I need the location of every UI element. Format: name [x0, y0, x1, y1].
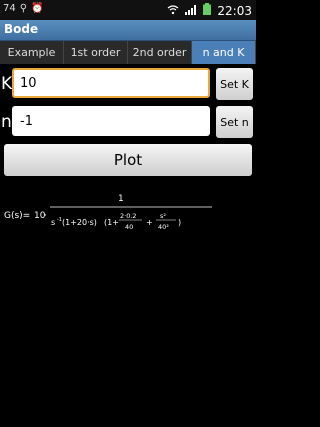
tab-example[interactable]: Example [0, 41, 64, 64]
k-row: K Set K [0, 68, 256, 102]
formula-frac1-den: 40 [125, 223, 133, 231]
tab-2nd-order[interactable]: 2nd order [128, 41, 192, 64]
formula-frac2-num: s² [160, 212, 166, 220]
alarm-icon: ⏰ [31, 3, 44, 14]
k-input[interactable] [14, 70, 208, 96]
transfer-function-formula: G(s)= 10 · 1 s -1 (1+20·s) (1+ 2·0.2 40 … [4, 190, 254, 238]
tab-1st-order[interactable]: 1st order [64, 41, 128, 64]
k-field[interactable] [12, 68, 210, 98]
n-row: n Set n [0, 106, 256, 140]
formula-lhs: G(s)= [4, 211, 30, 221]
formula-term2-suffix: ) [178, 218, 181, 227]
formula-term2-prefix: (1+ [104, 218, 119, 227]
formula-dot: · [44, 211, 47, 221]
app-title: Bode [4, 22, 39, 36]
wifi-icon [167, 4, 179, 18]
usb-icon: ⚲ [19, 3, 28, 14]
formula-numerator: 1 [118, 194, 124, 204]
k-label: K [1, 74, 13, 94]
n-field[interactable] [12, 106, 210, 136]
signal-icon [185, 4, 197, 18]
formula-frac1-num: 2·0.2 [120, 212, 137, 220]
set-k-button[interactable]: Set K [216, 68, 253, 100]
status-bar: 74 ⚲ ⏰ 22:03 [0, 0, 256, 20]
status-right: 22:03 [167, 3, 252, 18]
formula-frac2-den: 40² [158, 223, 169, 231]
formula-plus: + [146, 218, 153, 227]
clock: 22:03 [217, 3, 252, 18]
status-left-text: 74 [3, 3, 16, 14]
status-left: 74 ⚲ ⏰ [3, 3, 44, 14]
set-n-button[interactable]: Set n [216, 106, 253, 138]
tab-n-and-k[interactable]: n and K [192, 41, 256, 64]
app-title-bar: Bode [0, 20, 256, 41]
n-input[interactable] [14, 108, 208, 134]
tab-bar: Example 1st order 2nd order n and K [0, 41, 256, 64]
formula-term1: (1+20·s) [62, 218, 97, 227]
plot-button[interactable]: Plot [4, 144, 252, 176]
n-label: n [1, 112, 12, 132]
formula-s: s [51, 218, 55, 227]
battery-icon [203, 3, 212, 18]
